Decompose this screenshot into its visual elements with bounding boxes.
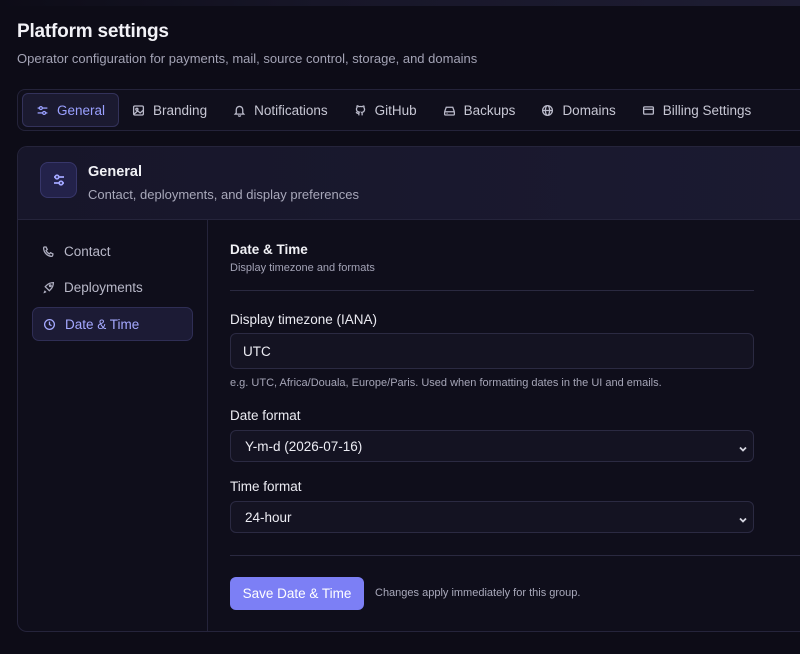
github-icon	[355, 104, 365, 115]
page-title: Platform settings	[17, 21, 169, 42]
card-subtitle: Contact, deployments, and display prefer…	[88, 187, 359, 202]
settings-card: General Contact, deployments, and displa…	[17, 146, 800, 632]
tab-backups[interactable]: Backups	[430, 93, 529, 127]
clock-icon	[43, 318, 56, 330]
globe-icon	[542, 104, 554, 116]
date-format-value: Y-m-d (2026-07-16)	[245, 438, 363, 454]
hard-drive-icon	[443, 106, 455, 116]
sidenav-item-contact[interactable]: Contact	[32, 234, 193, 268]
sidenav-label: Contact	[64, 243, 111, 259]
tab-label: Billing Settings	[662, 102, 752, 118]
sidenav-item-deployments[interactable]: Deployments	[32, 271, 193, 305]
section-nav: Contact Deployments Date & Time	[18, 220, 208, 631]
sidenav-label: Deployments	[64, 280, 143, 295]
chevron-down-icon	[738, 442, 748, 452]
timezone-label: Display timezone (IANA)	[230, 312, 378, 327]
sidenav-label: Date & Time	[65, 316, 140, 332]
sliders-icon	[37, 105, 48, 115]
tab-label: Backups	[463, 102, 516, 118]
credit-card-icon	[642, 105, 654, 115]
tab-notifications[interactable]: Notifications	[220, 93, 341, 127]
bell-icon	[233, 105, 246, 117]
section-divider	[230, 290, 754, 291]
date-time-section: Date & Time Display timezone and formats…	[230, 220, 800, 631]
section-title: Date & Time	[230, 242, 308, 257]
tab-billing-settings[interactable]: Billing Settings	[629, 93, 765, 127]
tab-label: Domains	[562, 102, 616, 118]
sidenav-item-date-time[interactable]: Date & Time	[32, 307, 193, 341]
tab-label: Branding	[153, 102, 208, 118]
card-icon-box	[40, 162, 77, 198]
tab-github[interactable]: GitHub	[341, 93, 430, 127]
section-subtitle: Display timezone and formats	[230, 262, 375, 274]
timezone-input[interactable]	[230, 333, 754, 369]
save-date-time-button[interactable]: Save Date & Time	[230, 577, 364, 610]
save-note: Changes apply immediately for this group…	[375, 587, 581, 599]
tab-branding[interactable]: Branding	[119, 93, 220, 127]
sliders-icon	[53, 174, 64, 186]
phone-icon	[42, 245, 54, 257]
chevron-down-icon	[738, 513, 748, 523]
tab-domains[interactable]: Domains	[528, 93, 628, 127]
date-format-label: Date format	[230, 408, 301, 423]
tab-label: Notifications	[254, 102, 328, 118]
timezone-hint: e.g. UTC, Africa/Douala, Europe/Paris. U…	[230, 377, 662, 389]
time-format-select[interactable]: 24-hour	[230, 501, 754, 533]
tab-label: GitHub	[374, 102, 417, 118]
image-icon	[133, 104, 145, 116]
rocket-icon	[43, 281, 55, 294]
tab-general[interactable]: General	[22, 93, 120, 127]
time-format-value: 24-hour	[245, 509, 292, 525]
top-edge	[0, 0, 800, 6]
settings-tabs: General Branding Notifications GitHub Ba…	[17, 89, 800, 131]
date-format-select[interactable]: Y-m-d (2026-07-16)	[230, 430, 754, 462]
page-subtitle: Operator configuration for payments, mai…	[17, 51, 478, 66]
time-format-label: Time format	[230, 479, 302, 494]
actions-divider	[230, 555, 800, 556]
tab-label: General	[57, 102, 106, 118]
card-header: General Contact, deployments, and displa…	[18, 147, 800, 220]
card-title: General	[88, 164, 142, 180]
